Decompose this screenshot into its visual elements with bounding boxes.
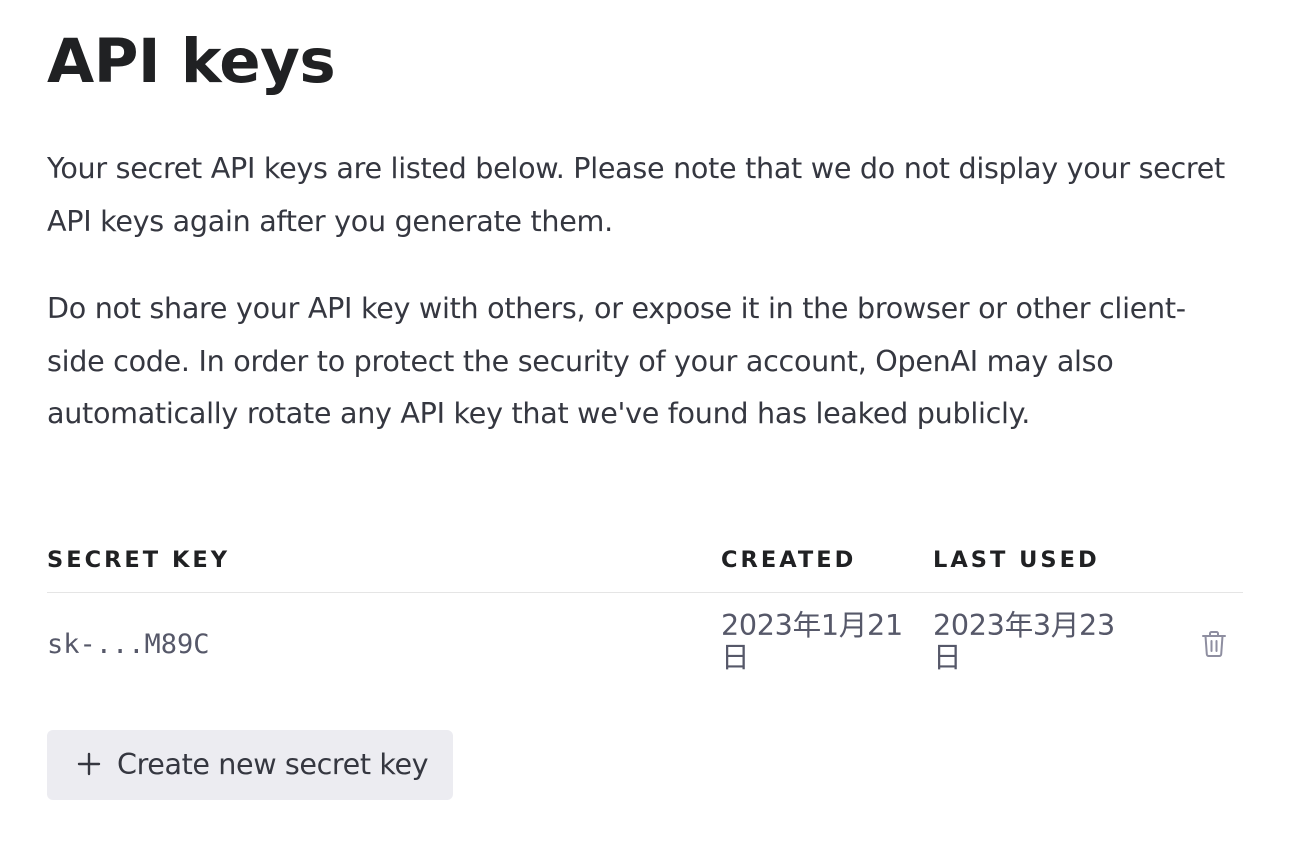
create-new-secret-key-button[interactable]: Create new secret key	[47, 730, 453, 800]
delete-key-button[interactable]	[1199, 627, 1229, 661]
column-header-secret-key: SECRET KEY	[47, 547, 231, 573]
created-date: 2023年1月21日	[721, 608, 903, 674]
secret-key-value: sk-...M89C	[47, 629, 210, 660]
column-header-last-used: LAST USED	[933, 547, 1100, 573]
page-title: API keys	[47, 26, 336, 97]
description-text: Your secret API keys are listed below. P…	[47, 151, 1225, 238]
table-row: sk-...M89C 2023年1月21日 2023年3月23日	[47, 593, 1243, 697]
last-used-date: 2023年3月23日	[933, 608, 1115, 674]
create-new-secret-key-label: Create new secret key	[117, 747, 429, 781]
trash-icon	[1202, 631, 1226, 657]
column-header-created: CREATED	[721, 547, 857, 573]
security-warning-text: Do not share your API key with others, o…	[47, 291, 1186, 430]
plus-icon	[77, 752, 101, 776]
